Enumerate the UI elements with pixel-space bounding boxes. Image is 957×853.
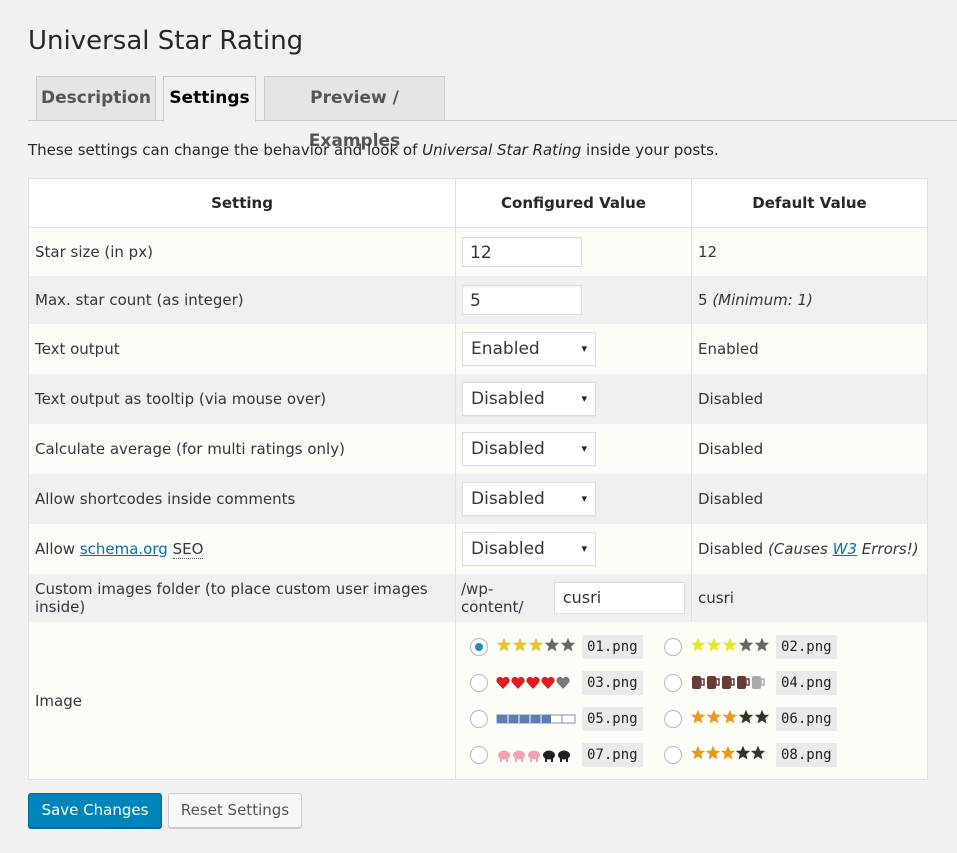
mugs-preview-icon — [690, 673, 770, 693]
intro-text: These settings can change the behavior a… — [28, 141, 719, 159]
dropdown-arrow-icon: ▾ — [581, 542, 587, 555]
setting-label: Max. star count (as integer) — [28, 276, 456, 324]
row-shortcodes: Allow shortcodes inside comments Disable… — [28, 474, 928, 524]
dropdown-arrow-icon: ▾ — [581, 392, 587, 405]
images-folder-input[interactable]: cusri — [553, 582, 685, 614]
schema-org-link[interactable]: schema.org — [80, 540, 168, 558]
image-option: 03.png — [470, 669, 643, 697]
w3-link[interactable]: W3 — [833, 540, 857, 558]
setting-label: Image — [28, 622, 456, 780]
radio-button[interactable] — [470, 746, 488, 764]
schema-seo-select[interactable]: Disabled ▾ — [462, 532, 596, 566]
pink-pigs-preview-icon — [496, 745, 576, 765]
save-changes-button[interactable]: Save Changes — [28, 793, 162, 828]
small-orange-stars-preview-icon — [690, 745, 770, 765]
default-value: Disabled (Causes W3 Errors!) — [691, 524, 928, 574]
row-image: Image 01.png 02.png 03.png 04.png 05.png 06.p… — [28, 622, 928, 780]
row-schema-seo: Allow schema.org SEO Disabled ▾ Disabled … — [28, 524, 928, 574]
header-configured-value: Configured Value — [455, 178, 692, 228]
reset-settings-button[interactable]: Reset Settings — [168, 793, 302, 828]
image-option: 06.png — [664, 705, 837, 733]
image-filename: 01.png — [582, 635, 643, 659]
folder-prefix: /wp-content/ — [461, 580, 524, 616]
row-images-folder: Custom images folder (to place custom us… — [28, 574, 928, 622]
dropdown-arrow-icon: ▾ — [581, 442, 587, 455]
image-option: 08.png — [664, 741, 837, 769]
setting-label: Custom images folder (to place custom us… — [28, 574, 456, 622]
radio-button[interactable] — [664, 710, 682, 728]
row-text-output: Text output Enabled ▾ Enabled — [28, 324, 928, 374]
settings-table: Setting Configured Value Default Value S… — [28, 178, 928, 780]
header-setting: Setting — [28, 178, 456, 228]
default-value: Disabled — [691, 424, 928, 474]
header-default-value: Default Value — [691, 178, 928, 228]
setting-label: Allow schema.org SEO — [28, 524, 456, 574]
red-hearts-preview-icon — [496, 673, 576, 693]
dropdown-arrow-icon: ▾ — [581, 492, 587, 505]
tab-bar: Description Settings Preview / Examples — [0, 76, 957, 151]
seo-abbr: SEO — [172, 540, 204, 559]
star-count-input[interactable]: 5 — [462, 285, 582, 315]
orange-stars-preview-icon — [690, 709, 770, 729]
page: Universal Star Rating Description Settin… — [0, 0, 957, 853]
row-star-size: Star size (in px) 12 12 — [28, 227, 928, 276]
default-value: 12 — [691, 227, 928, 276]
row-average: Calculate average (for multi ratings onl… — [28, 424, 928, 474]
setting-label: Star size (in px) — [28, 227, 456, 276]
row-star-count: Max. star count (as integer) 5 5 (Minimu… — [28, 276, 928, 324]
blue-bar-preview-icon — [496, 709, 576, 729]
default-value: Disabled — [691, 374, 928, 424]
yellow-stars-preview-icon — [690, 637, 770, 657]
radio-button[interactable] — [664, 674, 682, 692]
setting-label: Text output as tooltip (via mouse over) — [28, 374, 456, 424]
shortcodes-select[interactable]: Disabled ▾ — [462, 482, 596, 516]
image-filename: 06.png — [776, 707, 837, 731]
default-value: cusri — [691, 574, 928, 622]
image-filename: 08.png — [776, 743, 837, 767]
image-option: 01.png — [470, 633, 643, 661]
image-option: 02.png — [664, 633, 837, 661]
default-note: (Minimum: 1) — [712, 291, 813, 309]
radio-button[interactable] — [470, 638, 488, 656]
average-select[interactable]: Disabled ▾ — [462, 432, 596, 466]
default-value: Enabled — [691, 324, 928, 374]
image-options: 01.png 02.png 03.png 04.png 05.png 06.png 07.p… — [455, 622, 928, 780]
tab-settings[interactable]: Settings — [163, 76, 256, 122]
dropdown-arrow-icon: ▾ — [581, 342, 587, 355]
image-filename: 05.png — [582, 707, 643, 731]
row-tooltip: Text output as tooltip (via mouse over) … — [28, 374, 928, 424]
plugin-name: Universal Star Rating — [422, 141, 582, 159]
page-title: Universal Star Rating — [28, 26, 304, 56]
image-filename: 04.png — [776, 671, 837, 695]
radio-button[interactable] — [470, 710, 488, 728]
image-option: 07.png — [470, 741, 643, 769]
setting-label: Allow shortcodes inside comments — [28, 474, 456, 524]
default-value: 5 (Minimum: 1) — [691, 276, 928, 324]
radio-button[interactable] — [470, 674, 488, 692]
image-option: 04.png — [664, 669, 837, 697]
table-header-row: Setting Configured Value Default Value — [28, 178, 928, 228]
setting-label: Text output — [28, 324, 456, 374]
tooltip-select[interactable]: Disabled ▾ — [462, 382, 596, 416]
default-value: Disabled — [691, 474, 928, 524]
setting-label: Calculate average (for multi ratings onl… — [28, 424, 456, 474]
radio-button[interactable] — [664, 638, 682, 656]
text-output-select[interactable]: Enabled ▾ — [462, 332, 596, 366]
image-filename: 02.png — [776, 635, 837, 659]
image-option: 05.png — [470, 705, 643, 733]
tab-description[interactable]: Description — [36, 76, 156, 120]
gold-stars-preview-icon — [496, 637, 576, 657]
image-filename: 07.png — [582, 743, 643, 767]
image-filename: 03.png — [582, 671, 643, 695]
tab-preview-examples[interactable]: Preview / Examples — [264, 76, 445, 151]
star-size-input[interactable]: 12 — [462, 237, 582, 267]
radio-button[interactable] — [664, 746, 682, 764]
